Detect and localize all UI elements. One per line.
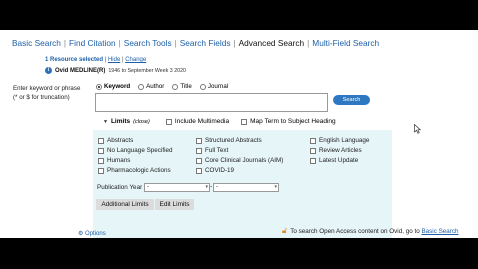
resources-selected-count: 1 Resource selected	[45, 57, 104, 63]
limit-humans[interactable]: Humans	[98, 157, 130, 164]
radio-keyword[interactable]: Keyword	[96, 83, 130, 90]
limit-english-language[interactable]: English Language	[310, 137, 369, 144]
limit-review-articles[interactable]: Review Articles	[310, 147, 362, 154]
database-coverage: 1946 to September Week 3 2020	[108, 67, 186, 74]
change-resources-link[interactable]: Change	[125, 57, 146, 63]
limit-full-text[interactable]: Full Text	[196, 147, 228, 154]
tab-basic-search[interactable]: Basic Search	[12, 38, 61, 48]
tab-separator: |	[118, 38, 121, 48]
limits-title: Limits	[110, 118, 131, 125]
search-mode-tabs: Basic Search | Find Citation | Search Tools |…	[12, 38, 379, 48]
tab-separator: |	[174, 38, 177, 48]
map-term-checkbox[interactable]	[241, 118, 248, 125]
limits-close-link[interactable]: (close)	[133, 119, 150, 125]
limit-latest-update[interactable]: Latest Update	[310, 157, 358, 164]
year-range-separator: -	[210, 184, 212, 190]
mouse-cursor-icon	[414, 124, 422, 134]
radio-journal[interactable]: Journal	[199, 83, 228, 90]
options-link[interactable]: ⚙ Options	[78, 230, 106, 237]
collapse-triangle-icon[interactable]: ▼	[103, 119, 108, 125]
limits-header: ▼ Limits (close) Include Multimedia Map …	[103, 118, 348, 125]
basic-search-link[interactable]: Basic Search	[421, 228, 458, 235]
ovid-search-page: Basic Search | Find Citation | Search Tools |…	[0, 30, 478, 238]
tab-separator: |	[233, 38, 236, 48]
tab-find-citation[interactable]: Find Citation	[69, 38, 116, 48]
publication-year-label: Publication Year	[97, 184, 143, 191]
database-name: Ovid MEDLINE(R)	[55, 67, 106, 74]
chevron-down-icon: ▾	[205, 184, 208, 190]
open-access-notice: 🔓︎ To search Open Access content on Ovid…	[282, 226, 459, 235]
resource-selection: 1 Resource selected | Hide | Change	[45, 57, 147, 63]
radio-title[interactable]: Title	[172, 83, 192, 90]
database-info: i Ovid MEDLINE(R) 1946 to September Week…	[45, 67, 186, 74]
map-term-option[interactable]: Map Term to Subject Heading	[241, 118, 336, 125]
bottom-letterbox	[0, 238, 478, 242]
search-instructions: Enter keyword or phrase (* or $ for trun…	[13, 85, 81, 101]
publication-year-to-select[interactable]: - ▾	[213, 183, 279, 192]
limit-pharmacologic-actions[interactable]: Pharmacologic Actions	[98, 167, 171, 174]
chevron-down-icon: ▾	[274, 184, 277, 190]
tab-separator: |	[307, 38, 310, 48]
info-icon[interactable]: i	[45, 67, 52, 74]
lock-icon: 🔓︎	[282, 226, 288, 235]
limit-covid-19[interactable]: COVID-19	[196, 167, 234, 174]
additional-limits-button[interactable]: Additional Limits	[96, 199, 154, 210]
limit-structured-abstracts[interactable]: Structured Abstracts	[196, 137, 262, 144]
search-button[interactable]: Search	[333, 95, 370, 105]
publication-year-from-select[interactable]: - ▾	[144, 183, 210, 192]
limit-no-language-specified[interactable]: No Language Specified	[98, 147, 172, 154]
tab-multi-field-search[interactable]: Multi-Field Search	[312, 38, 379, 48]
tab-search-tools[interactable]: Search Tools	[124, 38, 172, 48]
tab-separator: |	[63, 38, 67, 48]
include-multimedia-checkbox[interactable]	[165, 118, 172, 125]
search-type-radios: Keyword Author Title Journal	[96, 83, 236, 90]
radio-author[interactable]: Author	[138, 83, 164, 90]
tab-search-fields[interactable]: Search Fields	[180, 38, 231, 48]
edit-limits-button[interactable]: Edit Limits	[155, 199, 194, 210]
search-input[interactable]	[95, 93, 328, 112]
include-multimedia-option[interactable]: Include Multimedia	[165, 118, 229, 125]
limit-core-clinical-journals[interactable]: Core Clinical Journals (AIM)	[196, 157, 283, 164]
limit-abstracts[interactable]: Abstracts	[98, 137, 133, 144]
hide-resources-link[interactable]: Hide	[108, 57, 120, 63]
tab-advanced-search[interactable]: Advanced Search	[239, 38, 305, 48]
